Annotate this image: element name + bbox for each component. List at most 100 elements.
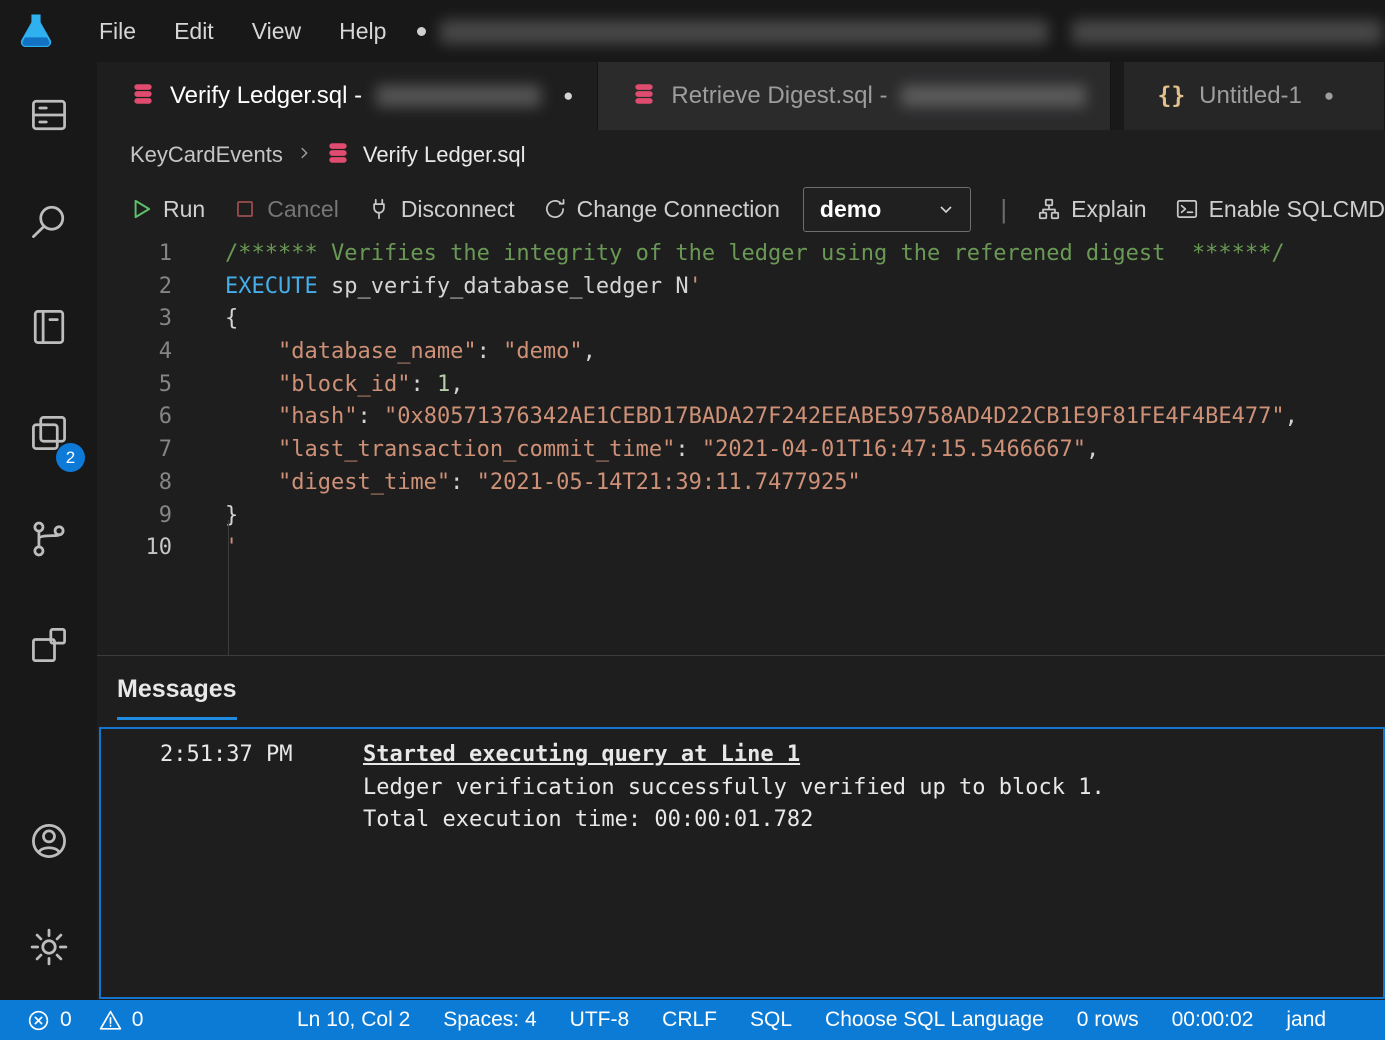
source-control-icon[interactable] (0, 486, 97, 592)
eol-setting[interactable]: CRLF (662, 1008, 717, 1032)
chevron-right-icon (295, 144, 313, 167)
breadcrumb-folder[interactable]: KeyCardEvents (130, 142, 283, 168)
enable-sqlcmd-button[interactable]: Enable SQLCMD (1174, 196, 1385, 223)
query-duration: 00:00:02 (1172, 1008, 1254, 1032)
code-text: EXECUTE sp_verify_database_ledger N' (225, 271, 702, 304)
code-editor[interactable]: 1 /****** Verifies the integrity of the l… (97, 238, 1385, 655)
line-number: 4 (97, 336, 172, 369)
extensions-icon[interactable] (0, 592, 97, 698)
app-window: File Edit View Help 2 (0, 0, 1385, 1040)
query-toolbar: Run Cancel Disconnect Change Connection … (97, 180, 1385, 238)
database-icon (325, 140, 351, 171)
title-unsaved-dot (417, 27, 426, 36)
code-line[interactable]: 3{ (97, 303, 1385, 336)
line-number: 9 (97, 500, 172, 533)
code-text: "hash": "0x80571376342AE1CEBD17BADA27F24… (225, 401, 1298, 434)
menu-bar: File Edit View Help (0, 0, 1385, 62)
problems-summary[interactable]: 0 0 (26, 1000, 143, 1040)
breadcrumb-file[interactable]: Verify Ledger.sql (363, 142, 526, 168)
code-text: { (225, 303, 238, 336)
code-line[interactable]: 7 "last_transaction_commit_time": "2021-… (97, 434, 1385, 467)
main-area: Verify Ledger.sql - ● Retrieve Digest.sq… (97, 62, 1385, 1000)
messages-body[interactable]: 2:51:37 PMStarted executing query at Lin… (99, 727, 1385, 999)
disconnect-button[interactable]: Disconnect (366, 196, 515, 223)
account-icon[interactable] (0, 788, 97, 894)
message-line: Ledger verification successfully verifie… (363, 772, 1105, 805)
language-mode[interactable]: SQL (750, 1008, 792, 1032)
search-icon[interactable] (0, 168, 97, 274)
line-number: 6 (97, 401, 172, 434)
line-number: 2 (97, 271, 172, 304)
menu-file[interactable]: File (80, 0, 155, 62)
code-text: /****** Verifies the integrity of the le… (225, 238, 1285, 271)
message-timestamp: 2:51:37 PM (101, 739, 363, 837)
code-line[interactable]: 1 /****** Verifies the integrity of the l… (97, 238, 1385, 271)
message-entry: 2:51:37 PMStarted executing query at Lin… (101, 729, 1383, 837)
redacted-tab-text (376, 85, 541, 107)
redacted-tab-text (901, 85, 1086, 107)
tab-verify-ledger[interactable]: Verify Ledger.sql - ● (97, 62, 598, 130)
code-line[interactable]: 2 EXECUTE sp_verify_database_ledger N' (97, 271, 1385, 304)
notebooks-icon[interactable] (0, 274, 97, 380)
code-text: "digest_time": "2021-05-14T21:39:11.7477… (225, 467, 861, 500)
account-name[interactable]: jand (1286, 1008, 1326, 1032)
tab-label: Untitled-1 (1199, 82, 1302, 110)
line-number: 7 (97, 434, 172, 467)
change-connection-button[interactable]: Change Connection (542, 196, 780, 223)
message-line: Total execution time: 00:00:01.782 (363, 804, 1105, 837)
tab-label: Verify Ledger.sql - (170, 82, 362, 110)
results-panel: Messages 2:51:37 PMStarted executing que… (97, 655, 1385, 1000)
panel-header: Messages (97, 656, 1385, 727)
status-items: Ln 10, Col 2 Spaces: 4 UTF-8 CRLF SQL Ch… (297, 1000, 1326, 1040)
code-line[interactable]: 8 "digest_time": "2021-05-14T21:39:11.74… (97, 467, 1385, 500)
warning-icon (98, 1008, 123, 1033)
code-line[interactable]: 9} (97, 500, 1385, 533)
menu-edit[interactable]: Edit (155, 0, 233, 62)
indent-setting[interactable]: Spaces: 4 (443, 1008, 536, 1032)
redacted-window-title-suffix (1072, 20, 1382, 44)
settings-gear-icon[interactable] (0, 894, 97, 1000)
line-number: 1 (97, 238, 172, 271)
line-number: 8 (97, 467, 172, 500)
line-number: 5 (97, 369, 172, 402)
copy-pages-icon[interactable]: 2 (0, 380, 97, 486)
cursor-position[interactable]: Ln 10, Col 2 (297, 1008, 410, 1032)
redacted-window-title (440, 20, 1048, 44)
hierarchy-icon (1036, 196, 1062, 222)
error-icon (26, 1008, 51, 1033)
editor-tab-bar: Verify Ledger.sql - ● Retrieve Digest.sq… (97, 62, 1385, 130)
run-button[interactable]: Run (128, 196, 205, 223)
message-line: Started executing query at Line 1 (363, 739, 1105, 772)
tab-messages[interactable]: Messages (117, 675, 237, 708)
database-select-value: demo (820, 196, 934, 223)
menu-view[interactable]: View (233, 0, 320, 62)
code-line[interactable]: 4 "database_name": "demo", (97, 336, 1385, 369)
toolbar-separator: | (998, 194, 1009, 225)
braces-icon: {} (1157, 83, 1185, 109)
code-line[interactable]: 5 "block_id": 1, (97, 369, 1385, 402)
tab-retrieve-digest[interactable]: Retrieve Digest.sql - (598, 62, 1111, 130)
error-count: 0 (60, 1008, 72, 1032)
choose-language[interactable]: Choose SQL Language (825, 1008, 1044, 1032)
code-text: ' (225, 532, 238, 565)
tab-untitled-1[interactable]: {} Untitled-1 ● (1124, 62, 1385, 130)
code-line[interactable]: 6 "hash": "0x80571376342AE1CEBD17BADA27F… (97, 401, 1385, 434)
warning-count: 0 (132, 1008, 144, 1032)
editor-lines: 1 /****** Verifies the integrity of the l… (97, 238, 1385, 565)
line-number: 10 (97, 532, 172, 565)
cancel-button[interactable]: Cancel (232, 196, 339, 223)
run-icon (128, 196, 154, 222)
menu-help[interactable]: Help (320, 0, 405, 62)
app-logo-icon[interactable] (14, 9, 58, 53)
dirty-indicator[interactable]: ● (563, 86, 573, 106)
code-text: "database_name": "demo", (225, 336, 596, 369)
explain-button[interactable]: Explain (1036, 196, 1146, 223)
tab-label: Retrieve Digest.sql - (671, 82, 887, 110)
dirty-indicator[interactable]: ● (1324, 86, 1334, 106)
database-icon (631, 81, 657, 112)
encoding[interactable]: UTF-8 (570, 1008, 630, 1032)
status-bar: 0 0 Ln 10, Col 2 Spaces: 4 UTF-8 CRLF SQ… (0, 1000, 1385, 1040)
database-select[interactable]: demo (803, 187, 971, 232)
connections-icon[interactable] (0, 62, 97, 168)
code-line[interactable]: 10 ' (97, 532, 1385, 565)
